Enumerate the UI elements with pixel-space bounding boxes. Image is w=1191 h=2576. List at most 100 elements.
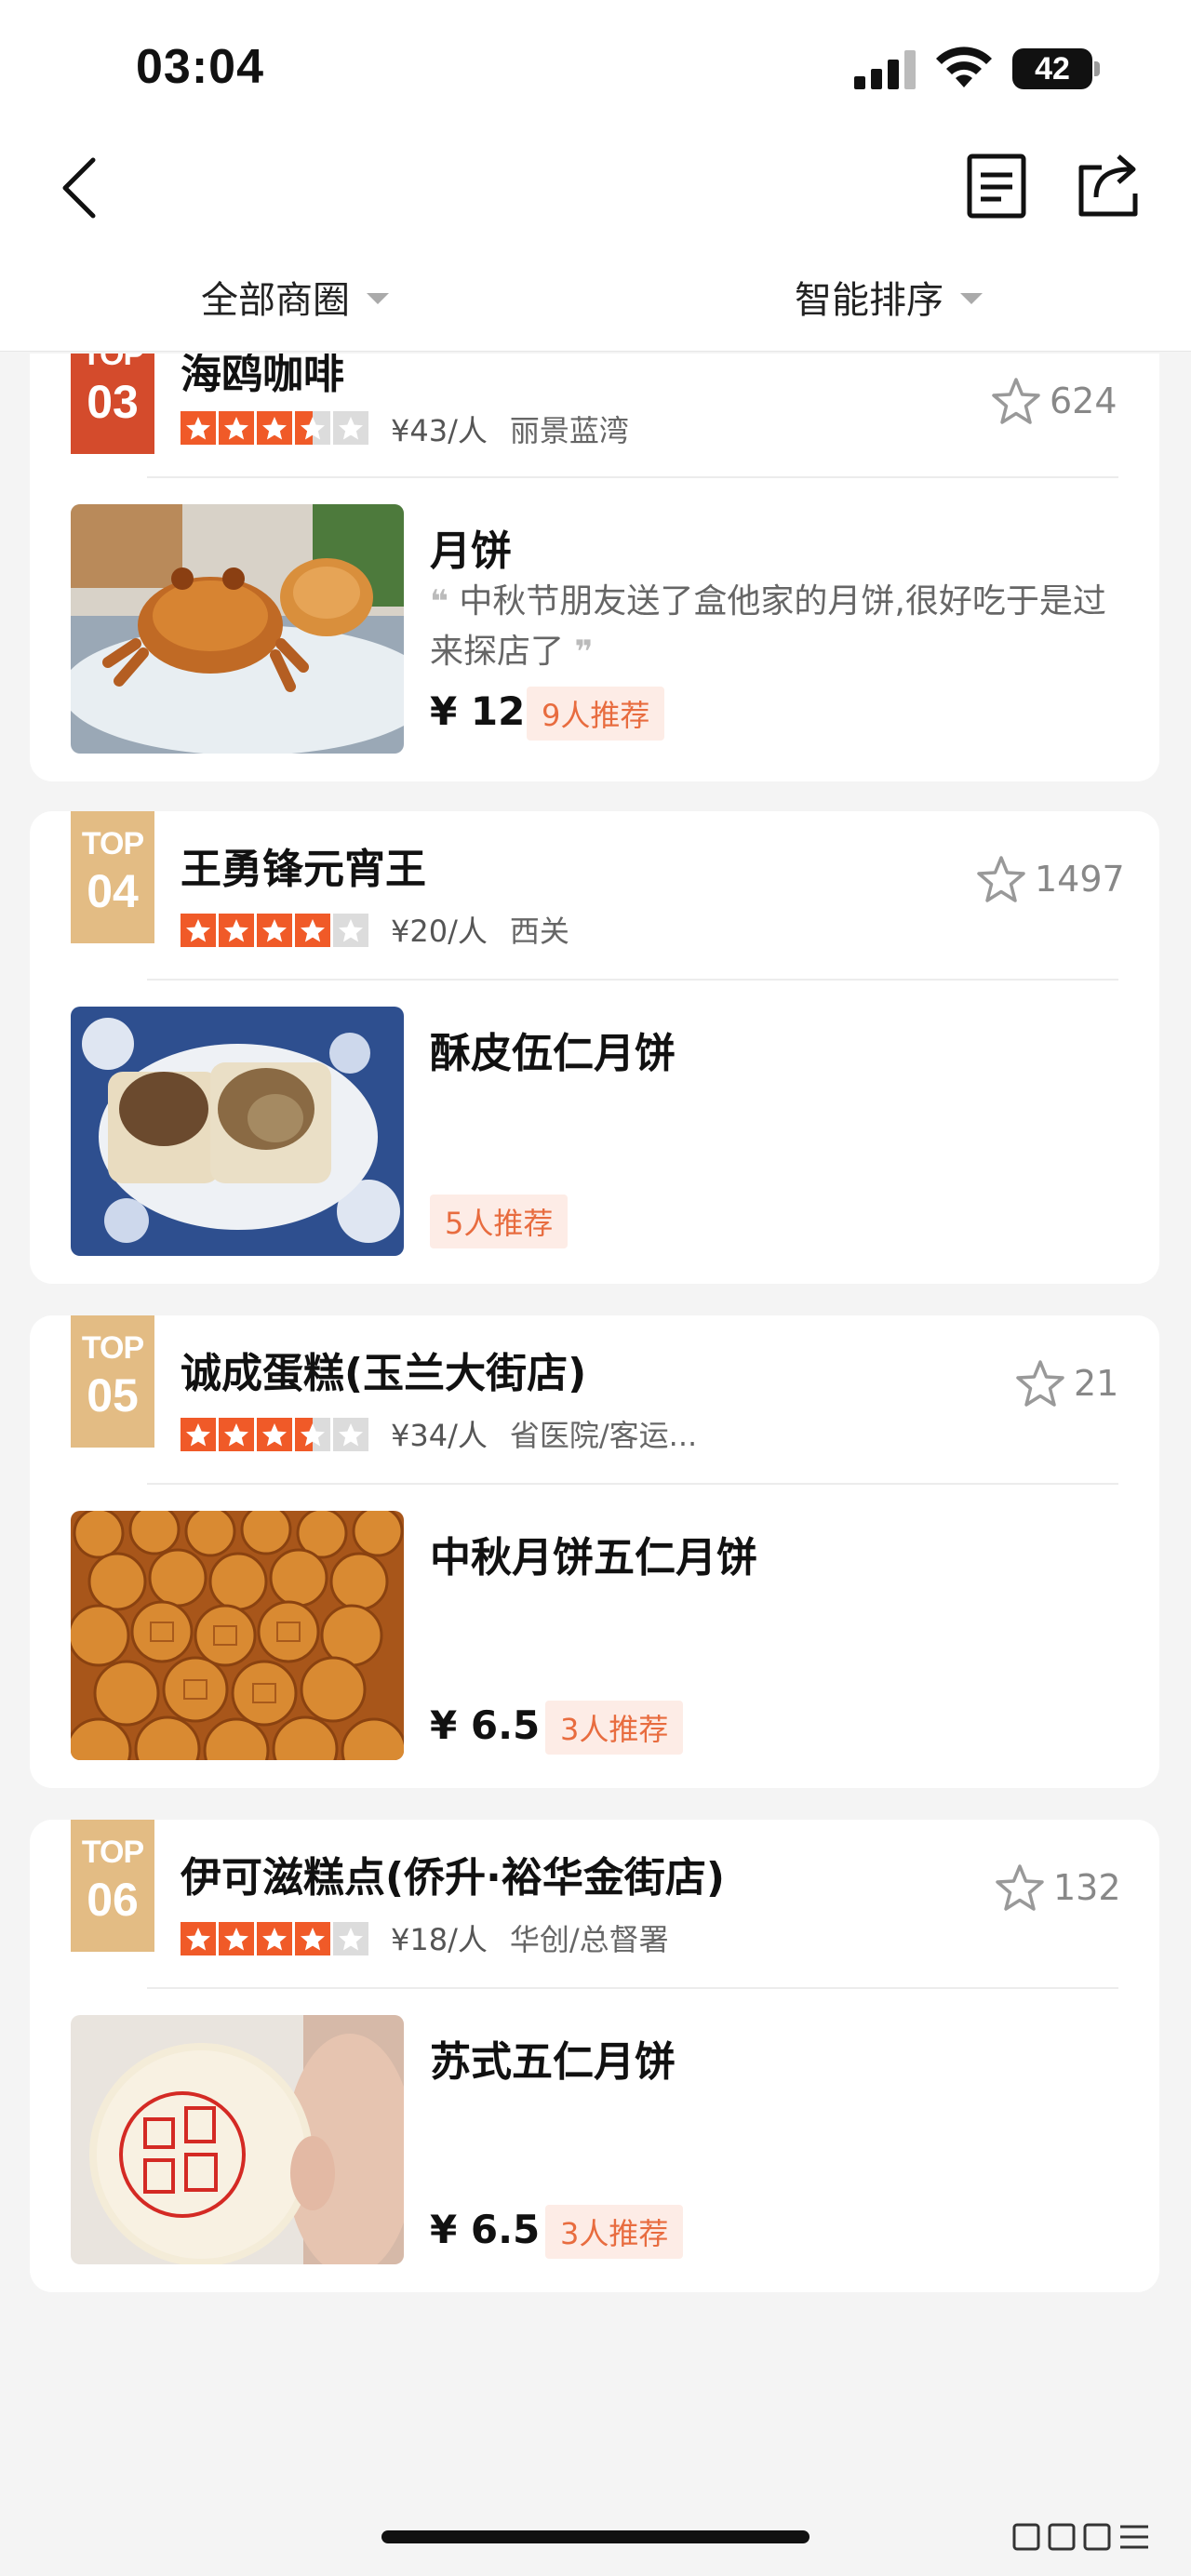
rank-badge: TOP 06	[71, 1820, 154, 1952]
star-icon	[333, 1922, 368, 1955]
list-icon[interactable]	[964, 153, 1029, 220]
filter-area-label: 全部商圈	[201, 279, 350, 322]
dish-name[interactable]: 酥皮伍仁月饼	[430, 1020, 676, 1079]
shop-name[interactable]: 王勇锋元宵王	[181, 835, 426, 895]
star-outline-icon	[992, 378, 1040, 424]
recommend-badge: 3人推荐	[545, 1701, 684, 1755]
dish-name[interactable]: 中秋月饼五仁月饼	[430, 1524, 757, 1583]
chevron-down-icon	[367, 293, 389, 304]
divider	[147, 476, 1118, 478]
shop-meta: ¥18/人 华创/总督署	[391, 1916, 669, 1959]
dish-photo[interactable]	[71, 2015, 404, 2264]
favorite-count: 132	[1053, 1867, 1121, 1908]
star-icon	[333, 411, 368, 445]
shop-name[interactable]: 海鸥咖啡	[181, 354, 344, 400]
dish-photo[interactable]	[71, 1007, 404, 1256]
star-icon	[295, 411, 330, 445]
rank-badge: TOP 05	[71, 1315, 154, 1448]
dish-price: ¥ 6.5	[430, 1702, 541, 1748]
rank-top-label: TOP	[81, 826, 144, 861]
star-outline-icon	[996, 1864, 1044, 1911]
rank-badge: TOP 03	[71, 354, 154, 454]
shop-name[interactable]: 伊可滋糕点(侨升·裕华金街店)	[181, 1844, 725, 1903]
star-icon	[219, 1922, 254, 1955]
star-icon	[333, 1418, 368, 1451]
rank-badge: TOP 04	[71, 811, 154, 943]
shop-card[interactable]: TOP 04 王勇锋元宵王 ¥20/人 西关 1497 酥皮伍仁月饼 5人推荐	[30, 811, 1159, 1284]
shop-area: 华创/总督署	[509, 1922, 669, 1957]
star-icon	[257, 914, 292, 947]
shop-name[interactable]: 诚成蛋糕(玉兰大街店)	[181, 1340, 586, 1399]
favorite-button[interactable]: 132	[994, 1862, 1121, 1913]
mooncake-held-image	[71, 2015, 404, 2264]
filter-sort-dropdown[interactable]: 智能排序	[795, 270, 983, 324]
signal-icon	[854, 50, 916, 89]
share-icon[interactable]	[1076, 151, 1141, 220]
dish-photo[interactable]	[71, 1511, 404, 1760]
rank-top-label: TOP	[81, 1835, 144, 1870]
favorite-count: 1497	[1035, 859, 1125, 900]
rank-number: 04	[87, 865, 139, 917]
dish-photo[interactable]	[71, 504, 404, 754]
keyboard-icon	[1012, 2523, 1148, 2551]
mooncake-crab-image	[71, 504, 404, 754]
dish-name[interactable]: 苏式五仁月饼	[430, 2028, 676, 2088]
favorite-count: 624	[1050, 380, 1117, 421]
star-outline-icon	[1016, 1360, 1064, 1407]
star-icon	[219, 914, 254, 947]
star-icon	[295, 1418, 330, 1451]
shop-card[interactable]: TOP 05 诚成蛋糕(玉兰大街店) ¥34/人 省医院/客运... 21 中秋…	[30, 1315, 1159, 1788]
rating-stars	[181, 411, 371, 445]
dish-name[interactable]: 月饼	[430, 517, 512, 577]
rank-number: 03	[87, 376, 139, 428]
rank-top-label: TOP	[81, 354, 144, 372]
rank-number: 05	[87, 1369, 139, 1421]
mooncake-pile-image	[71, 1511, 404, 1760]
status-bar: 03:04 42	[0, 0, 1191, 140]
divider	[147, 1987, 1118, 1989]
star-icon	[219, 411, 254, 445]
home-indicator[interactable]	[381, 2530, 810, 2543]
back-icon[interactable]	[56, 154, 100, 221]
battery-level: 42	[1035, 51, 1070, 87]
wifi-icon	[936, 47, 992, 87]
status-time: 03:04	[136, 40, 264, 94]
star-icon	[181, 1922, 216, 1955]
recommend-badge: 3人推荐	[545, 2205, 684, 2259]
shop-meta: ¥43/人 丽景蓝湾	[391, 407, 629, 450]
per-person-price: ¥18/人	[391, 1922, 488, 1957]
favorite-button[interactable]: 624	[990, 376, 1117, 426]
filter-bar	[0, 260, 1191, 352]
battery-cap	[1094, 61, 1100, 76]
star-icon	[181, 914, 216, 947]
filter-area-dropdown[interactable]: 全部商圈	[201, 270, 389, 324]
divider	[147, 979, 1118, 981]
star-icon	[333, 914, 368, 947]
review-text: 中秋节朋友送了盒他家的月饼,很好吃于是过来探店了	[430, 582, 1106, 671]
star-icon	[219, 1418, 254, 1451]
dish-price: ¥ 12	[430, 688, 526, 734]
per-person-price: ¥43/人	[391, 413, 488, 448]
favorite-count: 21	[1074, 1363, 1119, 1404]
mooncake-plate-image	[71, 1007, 404, 1256]
divider	[147, 1483, 1118, 1485]
quote-close-icon: ❞	[574, 634, 594, 671]
per-person-price: ¥20/人	[391, 914, 488, 949]
rating-stars	[181, 1418, 371, 1451]
per-person-price: ¥34/人	[391, 1418, 488, 1453]
shop-area: 丽景蓝湾	[509, 413, 629, 448]
shop-card[interactable]: TOP 06 伊可滋糕点(侨升·裕华金街店) ¥18/人华创/总督署 132	[30, 1820, 1159, 2292]
star-icon	[257, 411, 292, 445]
rating-stars	[181, 914, 371, 947]
favorite-button[interactable]: 1497	[975, 854, 1125, 904]
shop-card[interactable]: TOP 03 海鸥咖啡 ¥43/人 丽景蓝湾 624 月饼 ❝ 中秋节朋友送了盒…	[30, 354, 1159, 781]
shop-area: 省医院/客运...	[509, 1418, 698, 1453]
recommend-badge: 9人推荐	[527, 687, 665, 741]
battery-icon: 42	[1012, 48, 1092, 89]
star-icon	[181, 1418, 216, 1451]
quote-open-icon: ❝	[430, 583, 448, 621]
favorite-button[interactable]: 21	[1014, 1358, 1118, 1408]
star-icon	[295, 1922, 330, 1955]
shop-area: 西关	[509, 914, 569, 949]
star-outline-icon	[977, 856, 1025, 902]
